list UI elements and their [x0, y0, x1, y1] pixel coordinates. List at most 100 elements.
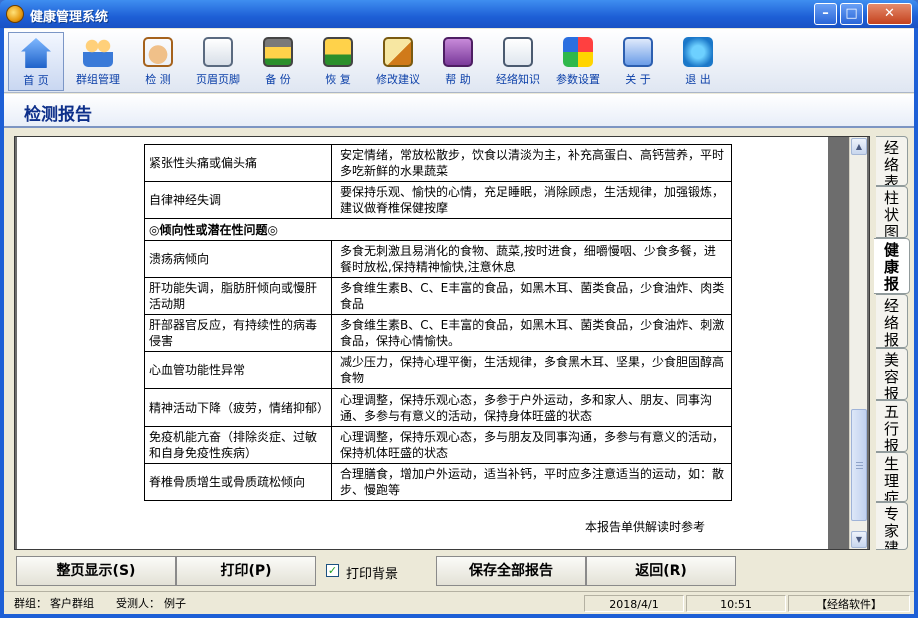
- scroll-up-icon[interactable]: ▲: [851, 138, 867, 155]
- tab-expert-advice[interactable]: 专家建议: [876, 502, 908, 550]
- toolbar-about-button[interactable]: 关 于: [610, 32, 666, 91]
- report-section-heading: ◎倾向性或潜在性问题◎: [144, 218, 732, 241]
- status-date: 2018/4/1: [584, 595, 684, 612]
- tab-label: 五行报告: [883, 403, 899, 452]
- report-item-name: 免疫机能亢奋（排除炎症、过敏和自身免疫性疾病）: [144, 426, 332, 464]
- report-item-advice: 安定情绪，常放松散步，饮食以清淡为主，补充高蛋白、高钙营养，平时多吃新鲜的水果蔬…: [331, 144, 732, 182]
- toolbar-settings-button[interactable]: 参数设置: [550, 32, 606, 91]
- report-row: 免疫机能亢奋（排除炎症、过敏和自身免疫性疾病） 心理调整，保持乐观心态，多与朋友及…: [144, 426, 732, 464]
- report-row: 脊椎骨质增生或骨质疏松倾向 合理膳食，增加户外运动，适当补钙，平时应多注意适当的运…: [144, 463, 732, 501]
- toolbar-backup-button[interactable]: 备 份: [250, 32, 306, 91]
- group-icon: [83, 37, 113, 67]
- save-all-reports-button[interactable]: 保存全部报告: [436, 556, 586, 586]
- about-icon: [623, 37, 653, 67]
- tab-meridian-table[interactable]: 经络表: [876, 136, 908, 186]
- page-icon: [203, 37, 233, 67]
- toolbar-label: 参数设置: [556, 73, 600, 86]
- vertical-scrollbar[interactable]: ▲ ▼: [849, 137, 867, 549]
- toolbar-label: 首 页: [23, 74, 49, 87]
- page-title: 检测报告: [24, 105, 92, 125]
- status-group-value: 客户群组: [50, 597, 94, 610]
- toolbar-group-button[interactable]: 群组管理: [70, 32, 126, 91]
- tab-label: 美容报告: [883, 351, 899, 400]
- toolbar-exit-button[interactable]: 退 出: [670, 32, 726, 91]
- maximize-icon: □: [845, 6, 858, 21]
- minimize-button[interactable]: –: [814, 3, 837, 25]
- scrollbar-thumb[interactable]: [851, 409, 867, 521]
- toolbar-label: 帮 助: [445, 73, 471, 86]
- knowledge-icon: [503, 37, 533, 67]
- report-item-name: 精神活动下降（疲劳，情绪抑郁）: [144, 388, 332, 427]
- report-item-name: 紧张性头痛或偏头痛: [144, 144, 332, 182]
- toolbar-label: 检 测: [145, 73, 171, 86]
- report-table: 紧张性头痛或偏头痛 安定情绪，常放松散步，饮食以清淡为主，补充高蛋白、高钙营养，平…: [144, 144, 732, 501]
- toolbar-label: 页眉页脚: [196, 73, 240, 86]
- toolbar-label: 群组管理: [76, 73, 120, 86]
- toolbar-knowledge-button[interactable]: 经络知识: [490, 32, 546, 91]
- status-subject-value: 例子: [164, 597, 186, 610]
- close-icon: ✕: [884, 6, 895, 21]
- report-item-advice: 减少压力，保持心理平衡，生活规律，多食黑木耳、坚果，少食胆固醇高食物: [331, 351, 732, 389]
- print-button[interactable]: 打印(P): [176, 556, 316, 586]
- tab-label: 健康报告: [883, 241, 899, 294]
- report-item-name: 心血管功能性异常: [144, 351, 332, 389]
- tab-label: 经络报告: [883, 297, 899, 348]
- help-icon: [443, 37, 473, 67]
- hand-icon: [143, 37, 173, 67]
- report-item-name: 自律神经失调: [144, 181, 332, 219]
- toolbar-label: 恢 复: [325, 73, 351, 86]
- toolbar-label: 修改建议: [376, 73, 420, 86]
- report-item-name: 肝部器官反应，有持续性的病毒侵害: [144, 314, 332, 352]
- tab-label: 专家建议: [883, 505, 899, 550]
- tab-five-elements-report[interactable]: 五行报告: [876, 400, 908, 452]
- backup-icon: [263, 37, 293, 67]
- print-background-label: 打印背景: [346, 567, 399, 582]
- tab-label: 柱状图: [883, 189, 899, 238]
- report-row: 精神活动下降（疲劳，情绪抑郁） 心理调整，保持乐观心态，多参于户外运动，多和家人、…: [144, 388, 732, 427]
- close-button[interactable]: ✕: [867, 3, 912, 25]
- tab-beauty-report[interactable]: 美容报告: [876, 348, 908, 400]
- full-page-button[interactable]: 整页显示(S): [16, 556, 176, 586]
- window-title: 健康管理系统: [30, 10, 109, 25]
- tab-health-report[interactable]: 健康报告: [874, 238, 910, 294]
- title-bar: 健康管理系统 – □ ✕: [0, 0, 918, 28]
- tab-bar-chart[interactable]: 柱状图: [876, 186, 908, 238]
- settings-icon: [563, 37, 593, 67]
- report-row: 肝功能失调，脂肪肝倾向或慢肝活动期 多食维生素B、C、E丰富的食品，如黑木耳、菌类…: [144, 277, 732, 315]
- report-item-advice: 要保持乐观、愉快的心情，充足睡眠，消除顾虑，生活规律，加强锻炼，建议做脊椎保健按…: [331, 181, 732, 219]
- report-item-advice: 多食无刺激且易消化的食物、蔬菜,按时进食，细嚼慢咽、少食多餐，进餐时放松,保持精…: [331, 240, 732, 278]
- report-item-advice: 心理调整，保持乐观心态，多参于户外运动，多和家人、朋友、同事沟通、多参与有意义的…: [331, 388, 732, 427]
- report-item-name: 脊椎骨质增生或骨质疏松倾向: [144, 463, 332, 501]
- status-bar: 群组： 客户群组 受测人： 例子 2018/4/1 10:51 【经络软件】: [4, 591, 914, 614]
- tab-physiology-report[interactable]: 生理症状: [876, 452, 908, 502]
- status-time: 10:51: [686, 595, 786, 612]
- maximize-button[interactable]: □: [840, 3, 863, 25]
- toolbar-label: 关 于: [625, 73, 651, 86]
- minimize-icon: –: [822, 6, 829, 21]
- toolbar-detect-button[interactable]: 检 测: [130, 32, 186, 91]
- toolbar-restore-button[interactable]: 恢 复: [310, 32, 366, 91]
- home-icon: [21, 38, 51, 68]
- tab-meridian-report[interactable]: 经络报告: [876, 294, 908, 348]
- toolbar-header-footer-button[interactable]: 页眉页脚: [190, 32, 246, 91]
- back-button[interactable]: 返回(R): [586, 556, 736, 586]
- report-footnote: 本报告单供解读时参考: [585, 520, 706, 534]
- toolbar-edit-advice-button[interactable]: 修改建议: [370, 32, 426, 91]
- restore-icon: [323, 37, 353, 67]
- toolbar-home-button[interactable]: 首 页: [8, 32, 64, 91]
- report-row: 心血管功能性异常 减少压力，保持心理平衡，生活规律，多食黑木耳、坚果，少食胆固醇高…: [144, 351, 732, 389]
- exit-icon: [683, 37, 713, 67]
- toolbar-help-button[interactable]: 帮 助: [430, 32, 486, 91]
- toolbar-label: 退 出: [685, 73, 711, 86]
- report-viewport[interactable]: 紧张性头痛或偏头痛 安定情绪，常放松散步，饮食以清淡为主，补充高蛋白、高钙营养，平…: [14, 136, 870, 550]
- grip-icon: [856, 462, 863, 469]
- button-bar: 整页显示(S) 打印(P) ✓ 打印背景 保存全部报告 返回(R): [4, 553, 914, 589]
- edit-icon: [383, 37, 413, 67]
- report-row: 紧张性头痛或偏头痛 安定情绪，常放松散步，饮食以清淡为主，补充高蛋白、高钙营养，平…: [144, 144, 732, 182]
- toolbar-label: 备 份: [265, 73, 291, 86]
- status-group-label: 群组：: [14, 597, 47, 610]
- print-background-checkbox[interactable]: ✓: [326, 564, 339, 577]
- report-item-advice: 心理调整，保持乐观心态，多与朋友及同事沟通，多参与有意义的活动，保持机体旺盛的状…: [331, 426, 732, 464]
- report-row: 肝部器官反应，有持续性的病毒侵害 多食维生素B、C、E丰富的食品，如黑木耳、菌类食…: [144, 314, 732, 352]
- scroll-down-icon[interactable]: ▼: [851, 531, 867, 548]
